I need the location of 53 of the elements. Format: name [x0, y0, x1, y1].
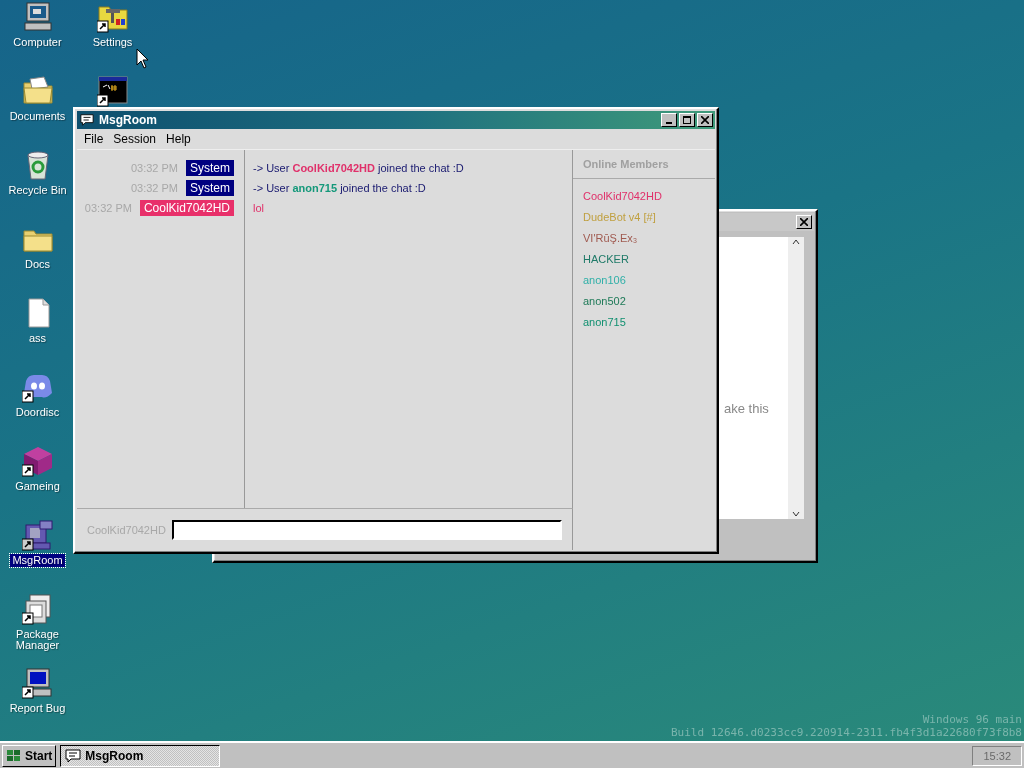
body-text: ake this — [724, 401, 769, 416]
sender-tag: System — [186, 160, 234, 176]
package-icon[interactable] — [21, 593, 54, 625]
minimize-button[interactable] — [661, 113, 677, 127]
member-name[interactable]: anon502 — [583, 294, 626, 307]
close-icon — [800, 218, 808, 226]
sender-tag: CoolKid7042HD — [139, 200, 234, 216]
clock: 15:32 — [972, 745, 1022, 766]
cube-icon[interactable] — [21, 445, 54, 477]
icon-label[interactable]: Computer — [11, 36, 64, 49]
scrollbar[interactable] — [788, 237, 804, 519]
message-input[interactable] — [171, 519, 562, 540]
icon-label[interactable]: Doordisc — [13, 406, 62, 419]
windows-logo-icon — [6, 747, 22, 764]
member-name[interactable]: VI'RūŞ.Ex₃ — [583, 231, 638, 244]
taskbar-button[interactable]: MsgRoom — [60, 744, 221, 767]
build-info: Build 12646.d0233cc9.220914-2311.fb4f3d1a22680f73f8b8 — [671, 726, 1022, 739]
msgroom-icon[interactable] — [21, 519, 54, 551]
start-button[interactable]: Start — [2, 744, 57, 767]
menu-item[interactable]: File — [79, 132, 109, 146]
icon-label[interactable]: Report Bug — [7, 702, 68, 715]
member-name[interactable]: anon715 — [583, 315, 626, 328]
maximize-button[interactable] — [679, 113, 695, 127]
maximize-icon — [683, 116, 691, 124]
computer-icon[interactable] — [21, 1, 54, 33]
panel-title: Online Members — [573, 150, 715, 179]
menu-item[interactable]: Help — [161, 132, 196, 146]
icon-label[interactable]: Package Manager — [0, 628, 75, 652]
message-text: -> User anon715 joined the chat :D — [253, 182, 426, 194]
documents-icon[interactable] — [21, 75, 54, 107]
cursor-icon — [136, 48, 150, 70]
close-button[interactable] — [697, 113, 713, 127]
icon-label[interactable]: MsgRoom — [10, 554, 65, 567]
message-text: -> User CoolKid7042HD joined the chat :D — [253, 162, 464, 174]
chat-icon — [79, 113, 95, 127]
close-button[interactable] — [796, 215, 812, 229]
message-text: lol — [253, 202, 264, 214]
build-info: Windows 96 main — [922, 713, 1022, 726]
chat-icon — [65, 747, 82, 764]
icon-label[interactable]: Settings — [90, 36, 135, 49]
window-title: MsgRoom — [99, 113, 158, 127]
icon-label[interactable]: Recycle Bin — [6, 184, 69, 197]
member-name[interactable]: HACKER — [583, 252, 629, 265]
bluescreen-icon[interactable] — [21, 667, 54, 699]
icon-label[interactable]: Documents — [7, 110, 68, 123]
sender-tag: System — [186, 180, 234, 196]
menu-item[interactable]: Session — [108, 132, 162, 146]
close-icon — [701, 116, 709, 124]
icon-label[interactable]: Gameing — [13, 480, 62, 493]
icon-label[interactable]: ass — [26, 332, 49, 345]
icon-label[interactable]: Docs — [22, 258, 53, 271]
member-name[interactable]: CoolKid7042HD — [583, 189, 662, 202]
terminal-icon[interactable] — [96, 75, 129, 107]
